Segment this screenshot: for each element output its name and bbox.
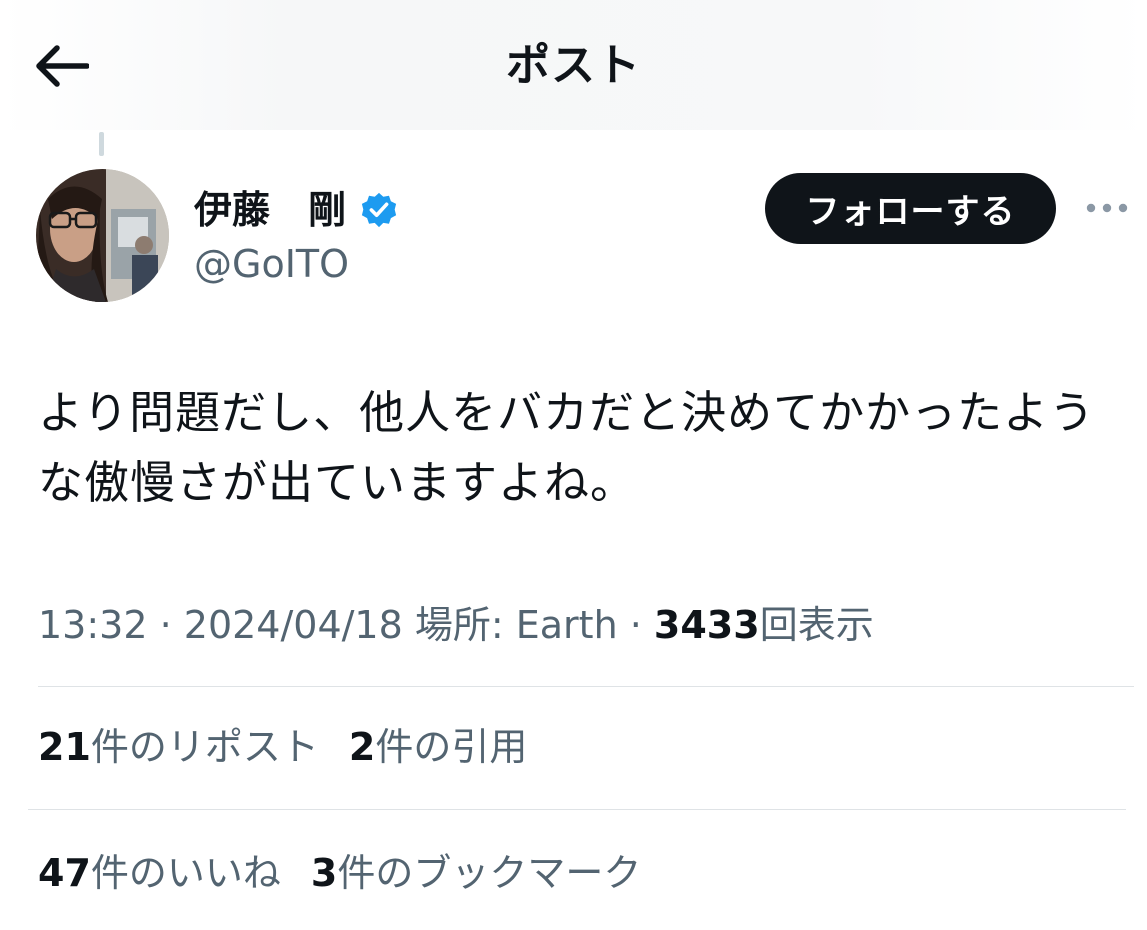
stats-row-likes: 47件のいいね 3件のブックマーク: [38, 848, 671, 898]
post-time[interactable]: 13:32: [38, 603, 148, 647]
stats-row-reposts: 21件のリポスト 2件の引用: [38, 722, 557, 772]
post-text: より問題だし、他人をバカだと決めてかかったよう な傲慢さが出ていますよね。: [38, 378, 1138, 518]
more-options-button[interactable]: [1082, 188, 1132, 228]
meta-separator: ·: [617, 603, 654, 647]
more-dots-icon: [1086, 203, 1128, 213]
author-display-name[interactable]: 伊藤 剛: [194, 186, 346, 234]
divider: [28, 809, 1126, 810]
post-text-line: な傲慢さが出ていますよね。: [38, 456, 637, 509]
profile-photo: [36, 169, 169, 302]
bookmarks-label: 件のブックマーク: [337, 851, 642, 895]
thread-connector-line: [99, 132, 104, 156]
quotes-count: 2: [348, 725, 376, 769]
top-nav-bar: ポスト: [0, 0, 1147, 130]
view-count: 3433: [653, 603, 760, 647]
reposts-stat[interactable]: 21件のリポスト: [38, 722, 319, 772]
avatar[interactable]: [36, 169, 169, 302]
post-date[interactable]: 2024/04/18: [184, 603, 403, 647]
post-location: 場所: Earth: [402, 603, 618, 647]
likes-count: 47: [38, 851, 91, 895]
meta-separator: ·: [147, 603, 184, 647]
reposts-label: 件のリポスト: [90, 725, 319, 769]
likes-label: 件のいいね: [90, 851, 281, 895]
post-metadata: 13:32 · 2024/04/18 場所: Earth · 3433回表示: [38, 600, 874, 650]
bookmarks-stat[interactable]: 3件のブックマーク: [311, 848, 641, 898]
quotes-label: 件の引用: [375, 725, 528, 769]
page-title: ポスト: [506, 40, 641, 91]
author-handle[interactable]: @GoITO: [194, 240, 349, 288]
follow-button[interactable]: フォローする: [765, 173, 1056, 244]
divider: [38, 686, 1134, 687]
reposts-count: 21: [38, 725, 91, 769]
post-text-line: より問題だし、他人をバカだと決めてかかったよう: [38, 386, 1096, 439]
likes-stat[interactable]: 47件のいいね: [38, 848, 281, 898]
quotes-stat[interactable]: 2件の引用: [349, 722, 527, 772]
bookmarks-count: 3: [310, 851, 338, 895]
verified-badge-icon: [361, 192, 397, 228]
view-count-label: 回表示: [759, 603, 874, 647]
author-name-row[interactable]: 伊藤 剛: [194, 184, 398, 236]
